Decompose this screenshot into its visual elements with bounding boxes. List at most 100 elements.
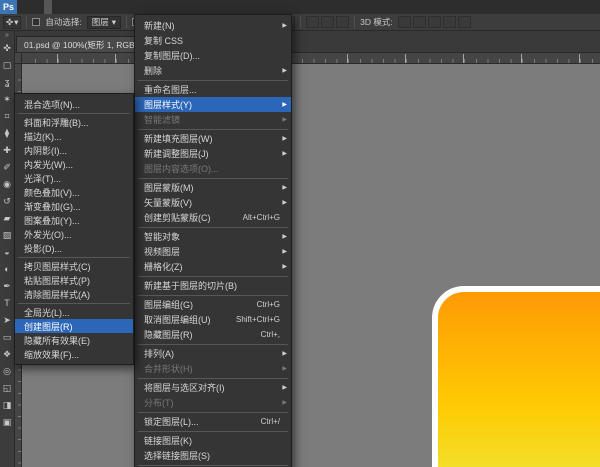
- crop-tool-icon[interactable]: ⌗: [0, 108, 14, 125]
- menu-item[interactable]: 将图层与选区对齐(I) ▶: [135, 380, 291, 395]
- submenu-item[interactable]: 光泽(T)...: [15, 171, 133, 185]
- marquee-tool-icon[interactable]: ▢: [0, 57, 14, 74]
- menu-item[interactable]: 分布(T) ▶: [135, 395, 291, 410]
- submenu-item[interactable]: 图案叠加(Y)...: [15, 213, 133, 227]
- tool-preset-button[interactable]: ✜ ▾: [3, 15, 22, 29]
- menu-item[interactable]: 新建(N) ▶: [135, 18, 291, 33]
- menu-item[interactable]: 复制图层(D)...: [135, 48, 291, 63]
- menubar-item[interactable]: [76, 0, 84, 14]
- submenu-item[interactable]: 混合选项(N)...: [15, 97, 133, 111]
- blur-tool-icon[interactable]: ◒: [0, 244, 14, 261]
- menu-item[interactable]: 图层内容选项(O)...: [135, 161, 291, 176]
- menu-item[interactable]: 创建剪贴蒙版(C) Alt+Ctrl+G: [135, 210, 291, 225]
- submenu-item[interactable]: 投影(D)...: [15, 241, 133, 255]
- submenu-arrow-icon: ▶: [282, 366, 287, 372]
- menu-item[interactable]: 新建基于图层的切片(B): [135, 278, 291, 293]
- menubar-item[interactable]: [20, 0, 28, 14]
- submenu-item[interactable]: 创建图层(R): [15, 319, 133, 333]
- 3d-rotate-icon[interactable]: [397, 16, 411, 28]
- menubar-item[interactable]: [60, 0, 68, 14]
- menu-item[interactable]: 新建填充图层(W) ▶: [135, 131, 291, 146]
- lasso-tool-icon[interactable]: ʓ: [0, 74, 14, 91]
- distribute-vertical-icon[interactable]: [306, 16, 320, 28]
- submenu-arrow-icon: ▶: [282, 385, 287, 391]
- submenu-item[interactable]: 颜色叠加(V)...: [15, 185, 133, 199]
- menubar-item[interactable]: [52, 0, 60, 14]
- menu-item[interactable]: 图层编组(G) Ctrl+G: [135, 297, 291, 312]
- 3d-drag-icon[interactable]: [427, 16, 441, 28]
- menu-item[interactable]: 合并形状(H) ▶: [135, 361, 291, 376]
- submenu-item[interactable]: 拷贝图层样式(C): [15, 259, 133, 273]
- shape-tool-icon[interactable]: ▭: [0, 329, 14, 346]
- 3d-roll-icon[interactable]: [412, 16, 426, 28]
- foreground-background-swatch[interactable]: ◱: [0, 380, 14, 397]
- pen-tool-icon[interactable]: ✒: [0, 278, 14, 295]
- screen-mode-icon[interactable]: ▣: [0, 414, 14, 431]
- auto-select-checkbox[interactable]: [32, 18, 41, 26]
- gradient-tool-icon[interactable]: ▧: [0, 227, 14, 244]
- quick-mask-icon[interactable]: ◨: [0, 397, 14, 414]
- submenu-item[interactable]: 外发光(O)...: [15, 227, 133, 241]
- submenu-item[interactable]: 隐藏所有效果(E): [15, 333, 133, 347]
- distribute-horizontal-icon[interactable]: [321, 16, 335, 28]
- submenu-item[interactable]: 内发光(W)...: [15, 157, 133, 171]
- submenu-item[interactable]: 全局光(L)...: [15, 305, 133, 319]
- hand-tool-icon[interactable]: ❖: [0, 346, 14, 363]
- menu-item[interactable]: 复制 CSS: [135, 33, 291, 48]
- auto-select-dropdown[interactable]: 图层 ▾: [86, 15, 122, 29]
- submenu-item[interactable]: 清除图层样式(A): [15, 287, 133, 301]
- menu-item[interactable]: 智能滤镜 ▶: [135, 112, 291, 127]
- document-tab-title: 01.psd @ 100%(矩形 1, RGB/8#): [24, 39, 150, 50]
- menu-item[interactable]: 新建调整图层(J) ▶: [135, 146, 291, 161]
- menu-item[interactable]: 智能对象 ▶: [135, 229, 291, 244]
- menubar-item[interactable]: [68, 0, 76, 14]
- menu-item[interactable]: 隐藏图层(R) Ctrl+,: [135, 327, 291, 342]
- toolbar-collapse-icon[interactable]: »: [5, 31, 9, 40]
- menu-item[interactable]: 选择链接图层(S): [135, 448, 291, 463]
- submenu-item[interactable]: 渐变叠加(G)...: [15, 199, 133, 213]
- menu-item[interactable]: 锁定图层(L)... Ctrl+/: [135, 414, 291, 429]
- menubar-item[interactable]: [84, 0, 92, 14]
- distribute-evenly-icon[interactable]: [336, 16, 350, 28]
- menubar-item[interactable]: [92, 0, 100, 14]
- menu-item[interactable]: 栅格化(Z) ▶: [135, 259, 291, 274]
- zoom-tool-icon[interactable]: ◎: [0, 363, 14, 380]
- photoshop-window: Ps ✜ ▾ 自动选择: 图层 ▾ 显示变换控件 3D 模式:: [0, 0, 600, 467]
- menubar-item[interactable]: [36, 0, 44, 14]
- brush-tool-icon[interactable]: ✐: [0, 159, 14, 176]
- history-brush-tool-icon[interactable]: ↺: [0, 193, 14, 210]
- type-tool-icon[interactable]: T: [0, 295, 14, 312]
- menu-item[interactable]: 排列(A) ▶: [135, 346, 291, 361]
- menubar-item[interactable]: [28, 0, 36, 14]
- submenu-item[interactable]: 缩放效果(F)...: [15, 347, 133, 361]
- menu-item[interactable]: 取消图层编组(U) Shift+Ctrl+G: [135, 312, 291, 327]
- clone-stamp-tool-icon[interactable]: ◉: [0, 176, 14, 193]
- menubar-item[interactable]: [100, 0, 108, 14]
- eraser-tool-icon[interactable]: ▰: [0, 210, 14, 227]
- healing-brush-tool-icon[interactable]: ✚: [0, 142, 14, 159]
- move-tool-icon[interactable]: ✜: [0, 40, 14, 57]
- submenu-item[interactable]: 粘贴图层样式(P): [15, 273, 133, 287]
- menu-item[interactable]: 图层样式(Y) ▶: [135, 97, 291, 112]
- submenu-item[interactable]: 内阴影(I)...: [15, 143, 133, 157]
- menu-item[interactable]: 链接图层(K): [135, 433, 291, 448]
- submenu-item[interactable]: 斜面和浮雕(B)...: [15, 115, 133, 129]
- menu-item[interactable]: 矢量蒙版(V) ▶: [135, 195, 291, 210]
- menubar-item[interactable]: [44, 0, 52, 14]
- ruler-number: [405, 54, 408, 63]
- 3d-scale-icon[interactable]: [457, 16, 471, 28]
- menu-item[interactable]: 视频图层 ▶: [135, 244, 291, 259]
- quick-selection-tool-icon[interactable]: ✶: [0, 91, 14, 108]
- eyedropper-tool-icon[interactable]: ⧫: [0, 125, 14, 142]
- menu-item[interactable]: 删除 ▶: [135, 63, 291, 78]
- menu-item[interactable]: 重命名图层...: [135, 82, 291, 97]
- submenu-item[interactable]: 描边(K)...: [15, 129, 133, 143]
- path-selection-tool-icon[interactable]: ➤: [0, 312, 14, 329]
- 3d-slide-icon[interactable]: [442, 16, 456, 28]
- document-tab-bar: 01.psd @ 100%(矩形 1, RGB/8#) ×: [15, 31, 600, 53]
- 3d-mode-label: 3D 模式:: [360, 17, 393, 27]
- dodge-tool-icon[interactable]: ◐: [0, 261, 14, 278]
- options-divider: [300, 16, 302, 28]
- menu-item[interactable]: 图层蒙版(M) ▶: [135, 180, 291, 195]
- tools-list: ✜ ▢ ʓ ✶ ⌗ ⧫ ✚ ✐ ◉ ↺ ▰ ▧ ◒ ◐ ✒ T ➤ ▭ ❖ ◎ ◱ ◨ ▣: [0, 40, 14, 431]
